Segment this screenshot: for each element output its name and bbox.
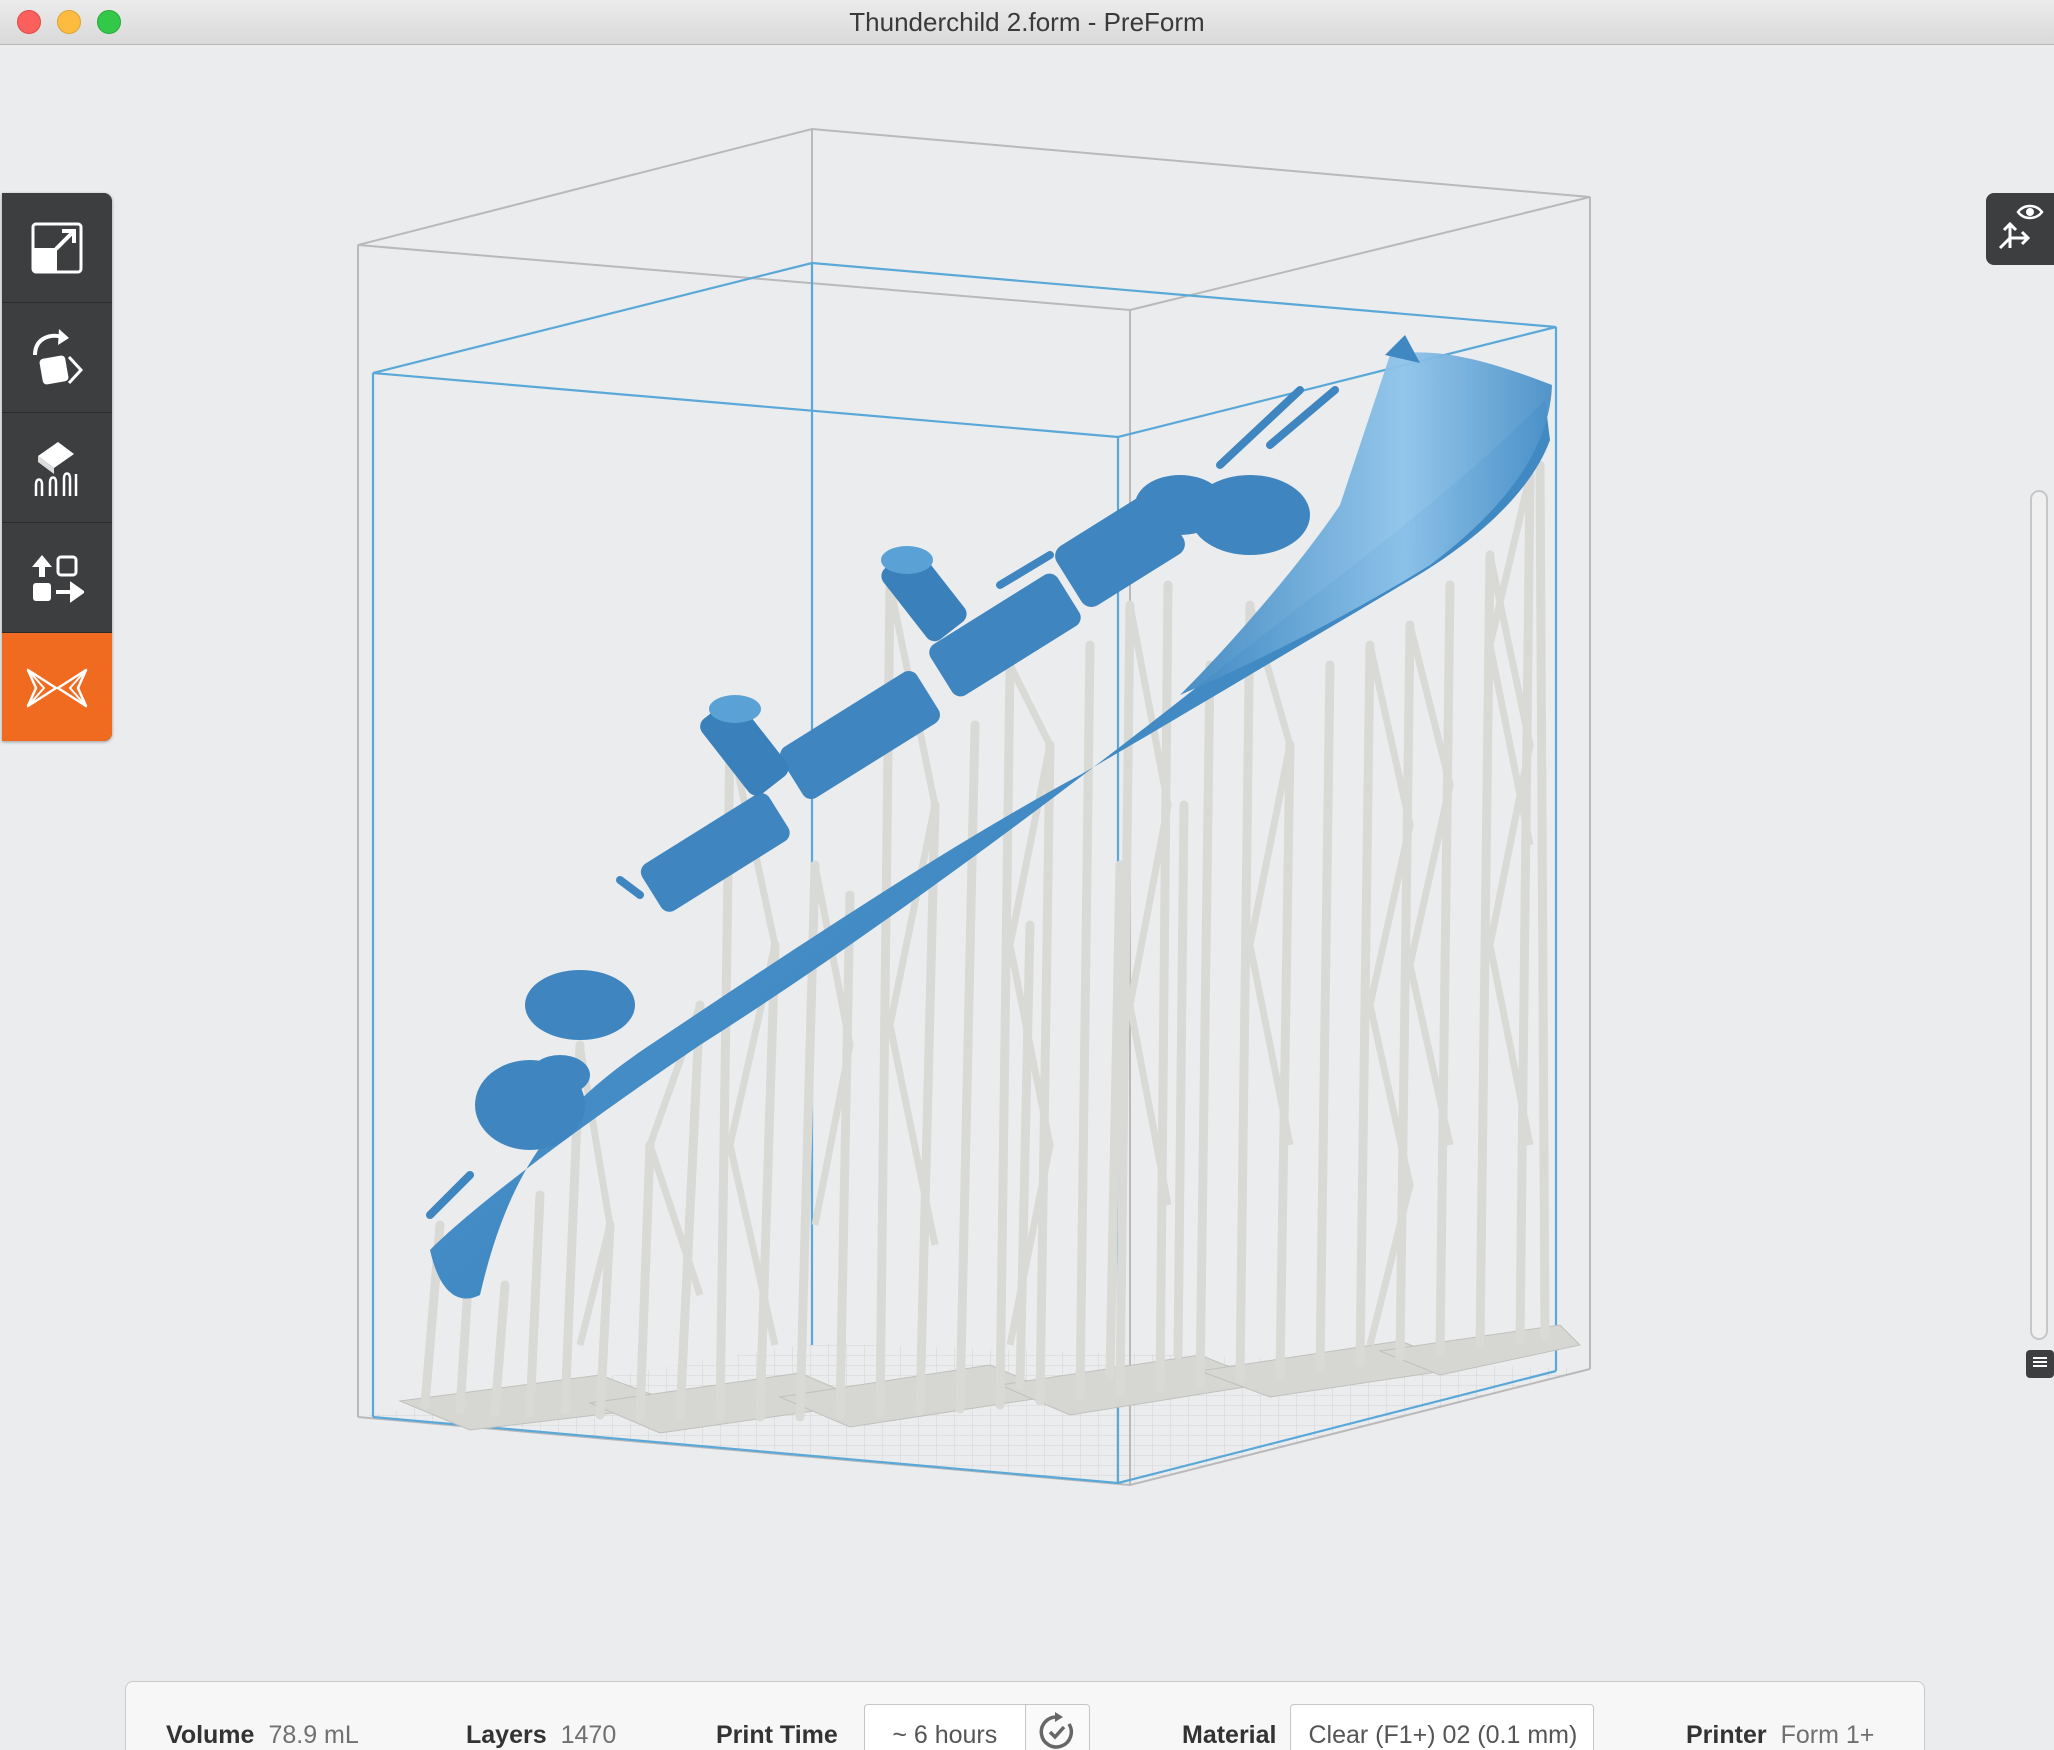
layer-slider-track[interactable] (2030, 490, 2048, 1340)
layers-stat: Layers 1470 (466, 1682, 616, 1750)
rotate-icon (29, 327, 85, 389)
layout-tool-button[interactable] (2, 523, 112, 633)
printer-label: Printer (1686, 1720, 1767, 1749)
layers-value: 1470 (560, 1720, 617, 1749)
print-time-label: Print Time (716, 1720, 838, 1749)
recalculate-time-button[interactable] (1025, 1704, 1090, 1750)
build-scene[interactable] (330, 125, 1660, 1525)
window-title: Thunderchild 2.form - PreForm (849, 7, 1205, 37)
supports-tool-button[interactable] (2, 413, 112, 523)
view-options-button[interactable] (1986, 193, 2054, 265)
print-time-value: ~ 6 hours (863, 1704, 1026, 1750)
support-structure (420, 460, 1550, 1422)
material-stat: Material Clear (F1+) 02 (0.1 mm) (1182, 1682, 1595, 1750)
material-label: Material (1182, 1720, 1277, 1749)
3d-viewport[interactable]: Volume 78.9 mL Layers 1470 Print Time ~ … (0, 45, 2054, 1750)
printer-value[interactable]: Form 1+ (1781, 1721, 1875, 1750)
layers-label: Layers (466, 1720, 547, 1749)
refresh-icon (1037, 1711, 1077, 1750)
orientation-tool-button[interactable] (2, 303, 112, 413)
print-time-stat: Print Time ~ 6 hours (716, 1682, 1090, 1750)
formlabs-logo-icon (26, 666, 88, 710)
material-select[interactable]: Clear (F1+) 02 (0.1 mm) (1290, 1704, 1595, 1750)
title-bar: Thunderchild 2.form - PreForm (0, 0, 2054, 45)
scale-icon (30, 221, 84, 275)
supports-icon (30, 438, 84, 498)
volume-stat: Volume 78.9 mL (166, 1682, 359, 1750)
print-button[interactable] (2, 633, 112, 741)
layout-icon (30, 551, 84, 605)
volume-value: 78.9 mL (268, 1720, 359, 1749)
view-eye-icon (1996, 202, 2044, 257)
layer-slider-handle[interactable] (2026, 1350, 2054, 1378)
print-status-bar: Volume 78.9 mL Layers 1470 Print Time ~ … (125, 1681, 1925, 1750)
tool-panel (2, 193, 112, 741)
printer-stat: Printer Form 1+ (1686, 1682, 1874, 1750)
grip-icon (2031, 1355, 2049, 1374)
preform-window: Thunderchild 2.form - PreForm Volume 78.… (0, 0, 2054, 1750)
scale-tool-button[interactable] (2, 193, 112, 303)
volume-label: Volume (166, 1720, 255, 1749)
